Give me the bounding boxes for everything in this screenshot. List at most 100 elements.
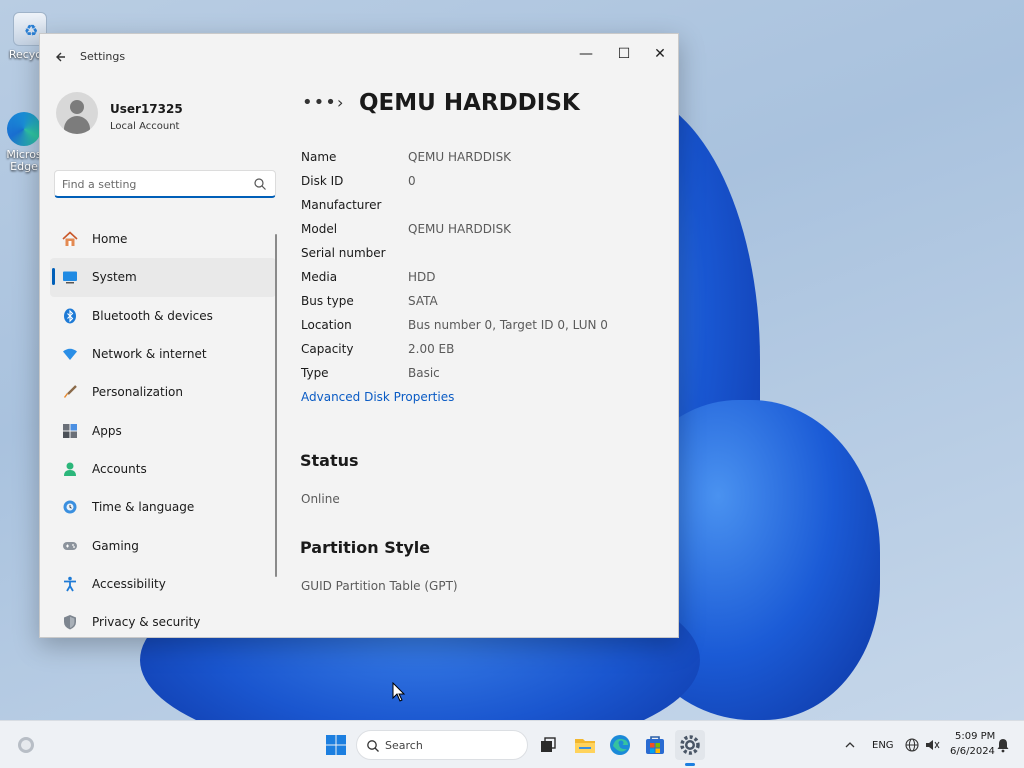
search-input[interactable]: [62, 175, 247, 193]
sidebar-item-label: Time & language: [92, 500, 195, 515]
network-globe-icon[interactable]: [904, 737, 920, 753]
active-app-indicator: [685, 763, 695, 766]
search-icon[interactable]: [253, 177, 267, 191]
chevron-up-icon[interactable]: [843, 738, 857, 752]
maximize-button[interactable]: ☐: [606, 40, 642, 68]
property-key: Bus type: [301, 294, 354, 308]
page-title: QEMU HARDDISK: [359, 90, 580, 116]
property-value: 2.00 EB: [408, 342, 455, 356]
sidebar-item-label: System: [92, 270, 137, 285]
home-icon: [62, 231, 78, 247]
user-name: User17325: [110, 102, 183, 116]
sidebar-item-label: Apps: [92, 423, 122, 438]
sidebar-item-personalization[interactable]: Personalization: [50, 373, 276, 411]
property-key: Name: [301, 150, 337, 164]
property-key: Media: [301, 270, 338, 284]
mouse-cursor-icon: [392, 682, 406, 702]
minimize-button[interactable]: —: [568, 40, 604, 68]
sidebar-item-accessibility[interactable]: Accessibility: [50, 565, 276, 603]
widgets-button[interactable]: [12, 730, 42, 760]
property-value: QEMU HARDDISK: [408, 150, 512, 164]
back-button[interactable]: [50, 46, 72, 68]
advanced-disk-properties-link[interactable]: Advanced Disk Properties: [301, 390, 454, 404]
avatar[interactable]: [56, 92, 98, 134]
clock-date[interactable]: 6/6/2024: [950, 746, 995, 757]
taskbar-search[interactable]: Search: [356, 730, 528, 760]
sidebar-scrollbar[interactable]: [275, 234, 277, 577]
avatar-body: [64, 116, 90, 134]
svg-text:♻: ♻: [24, 21, 38, 40]
taskbar: Search ENG 5:09 PM 6/6/2024: [0, 720, 1024, 768]
sidebar-item-label: Home: [92, 232, 128, 247]
sidebar-item-bluetooth[interactable]: Bluetooth & devices: [50, 297, 276, 335]
volume-icon[interactable]: [924, 737, 940, 753]
sidebar-item-privacy-security[interactable]: Privacy & security: [50, 603, 276, 637]
sidebar-item-time-language[interactable]: Time & language: [50, 488, 276, 526]
sidebar-item-label: Bluetooth & devices: [92, 308, 213, 323]
search-box: [54, 170, 276, 198]
property-key: Location: [301, 318, 352, 332]
system-icon: [63, 271, 77, 284]
accessibility-icon: [64, 576, 76, 592]
brush-icon: [64, 385, 77, 399]
sidebar-nav: Home System Bluetooth & devices Network …: [50, 220, 276, 637]
sidebar-item-label: Network & internet: [92, 347, 207, 362]
app-title: Settings: [80, 50, 126, 63]
bluetooth-icon: [64, 308, 76, 324]
input-language[interactable]: ENG: [872, 740, 894, 751]
property-key: Type: [301, 366, 329, 380]
sidebar-item-gaming[interactable]: Gaming: [50, 526, 276, 564]
close-button[interactable]: ✕: [642, 40, 678, 68]
partition-style-heading: Partition Style: [300, 538, 431, 557]
store-icon: [646, 736, 664, 754]
property-key: Manufacturer: [301, 198, 382, 212]
store-button[interactable]: [640, 730, 670, 760]
sidebar-item-home[interactable]: Home: [50, 220, 276, 258]
sidebar-item-label: Gaming: [92, 538, 139, 553]
sidebar-item-apps[interactable]: Apps: [50, 411, 276, 449]
folder-icon: [575, 739, 595, 753]
status-heading: Status: [300, 451, 359, 470]
shield-icon: [64, 615, 76, 630]
globe-clock-icon: [63, 500, 77, 514]
breadcrumb-more-button[interactable]: •••: [302, 92, 337, 113]
property-value: Basic: [408, 366, 440, 380]
property-value: SATA: [408, 294, 438, 308]
title-bar: Settings — ☐ ✕: [40, 34, 678, 80]
start-button[interactable]: [321, 730, 351, 760]
apps-icon: [63, 423, 77, 438]
property-value: QEMU HARDDISK: [408, 222, 512, 236]
accounts-icon: [64, 462, 76, 476]
settings-taskbar-button[interactable]: [675, 730, 705, 766]
property-key: Model: [301, 222, 338, 236]
edge-button[interactable]: [605, 730, 635, 760]
sidebar-item-network[interactable]: Network & internet: [50, 335, 276, 373]
task-view-icon: [541, 737, 556, 752]
property-key: Serial number: [301, 246, 386, 260]
edge-icon: [7, 112, 41, 146]
account-type: Local Account: [110, 121, 180, 132]
settings-window: Settings — ☐ ✕ User17325 Local Account H…: [39, 33, 679, 638]
avatar-head: [70, 100, 84, 114]
file-explorer-button[interactable]: [570, 730, 600, 760]
task-view-button[interactable]: [533, 730, 563, 760]
property-value: HDD: [408, 270, 436, 284]
sidebar-item-accounts[interactable]: Accounts: [50, 450, 276, 488]
property-key: Capacity: [301, 342, 354, 356]
clock-time[interactable]: 5:09 PM: [955, 731, 995, 742]
windows-logo-icon: [326, 735, 346, 755]
weather-widget-icon: [18, 737, 34, 753]
sidebar-item-label: Accounts: [92, 461, 147, 476]
arrow-left-icon: [56, 52, 65, 62]
edge-icon: [610, 735, 630, 755]
status-value: Online: [301, 492, 340, 506]
sidebar-item-label: Personalization: [92, 385, 183, 400]
notification-bell-icon[interactable]: [996, 737, 1010, 753]
sidebar-item-system[interactable]: System: [50, 258, 276, 297]
partition-style-value: GUID Partition Table (GPT): [301, 579, 458, 593]
gear-icon: [680, 735, 700, 755]
property-key: Disk ID: [301, 174, 344, 188]
search-icon: [367, 740, 379, 752]
gamepad-icon: [63, 541, 77, 550]
property-value: Bus number 0, Target ID 0, LUN 0: [408, 318, 608, 332]
